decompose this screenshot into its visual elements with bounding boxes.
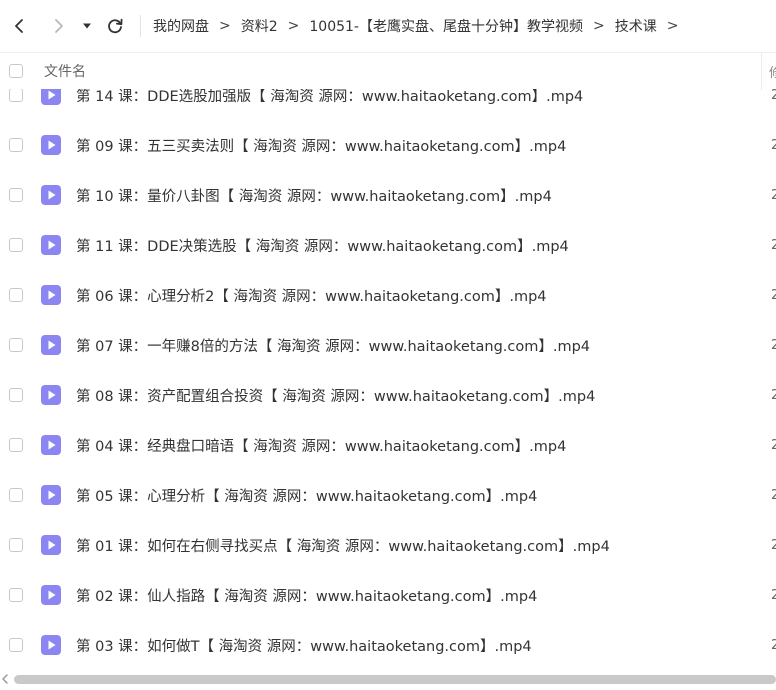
breadcrumb-separator: > xyxy=(219,18,231,34)
navbar-divider xyxy=(140,15,141,37)
file-modified-cell: 2 xyxy=(771,237,776,253)
file-name: 第 08 课：资产配置组合投资【 海淘资 源网：www.haitaoketang… xyxy=(76,388,596,405)
file-row[interactable]: 第 10 课：量价八卦图【 海淘资 源网：www.haitaoketang.co… xyxy=(0,170,776,220)
file-name: 第 04 课：经典盘口暗语【 海淘资 源网：www.haitaoketang.c… xyxy=(76,438,567,455)
row-checkbox[interactable] xyxy=(9,238,23,252)
file-row[interactable]: 第 08 课：资产配置组合投资【 海淘资 源网：www.haitaoketang… xyxy=(0,370,776,420)
file-browser-window: 我的网盘 > 资料2 > 10051-【老鹰实盘、尾盘十分钟】教学视频 > 技术… xyxy=(0,0,776,690)
file-name: 第 06 课：心理分析2【 海淘资 源网：www.haitaoketang.co… xyxy=(76,288,547,305)
chevron-right-icon xyxy=(55,19,63,33)
row-checkbox[interactable] xyxy=(9,388,23,402)
row-checkbox[interactable] xyxy=(9,488,23,502)
file-modified-cell: 2 xyxy=(771,387,776,403)
scroll-left-arrow-icon[interactable] xyxy=(1,674,9,684)
file-row[interactable]: 第 06 课：心理分析2【 海淘资 源网：www.haitaoketang.co… xyxy=(0,270,776,320)
row-checkbox[interactable] xyxy=(9,138,23,152)
caret-down-icon xyxy=(83,23,91,29)
video-file-icon xyxy=(41,89,61,105)
file-modified-cell: 2 xyxy=(771,187,776,203)
horizontal-scrollbar[interactable] xyxy=(0,671,776,687)
file-modified-cell: 2 xyxy=(771,587,776,603)
file-modified-cell: 2 xyxy=(771,137,776,153)
video-file-icon xyxy=(41,335,61,355)
refresh-icon xyxy=(108,18,123,34)
file-row[interactable]: 第 04 课：经典盘口暗语【 海淘资 源网：www.haitaoketang.c… xyxy=(0,420,776,470)
forward-button[interactable] xyxy=(44,11,74,41)
breadcrumb: 我的网盘 > 资料2 > 10051-【老鹰实盘、尾盘十分钟】教学视频 > 技术… xyxy=(153,16,688,36)
file-name: 第 09 课：五三买卖法则【 海淘资 源网：www.haitaoketang.c… xyxy=(76,138,567,155)
video-file-icon xyxy=(41,485,61,505)
file-list: 第 14 课：DDE选股加强版【 海淘资 源网：www.haitaoketang… xyxy=(0,89,776,669)
file-modified-cell: 2 xyxy=(771,487,776,503)
file-name: 第 14 课：DDE选股加强版【 海淘资 源网：www.haitaoketang… xyxy=(76,89,584,105)
breadcrumb-item[interactable]: 我的网盘 xyxy=(153,16,209,36)
file-name: 第 07 课：一年赚8倍的方法【 海淘资 源网：www.haitaoketang… xyxy=(76,338,591,355)
file-name: 第 11 课：DDE决策选股【 海淘资 源网：www.haitaoketang.… xyxy=(76,238,569,255)
file-modified-cell: 2 xyxy=(771,89,776,103)
row-checkbox[interactable] xyxy=(9,89,23,102)
chevron-left-icon xyxy=(15,19,23,33)
column-header-modified[interactable]: 修 xyxy=(769,62,776,81)
back-button[interactable] xyxy=(4,11,34,41)
video-file-icon xyxy=(41,135,61,155)
file-row[interactable]: 第 03 课：如何做T【 海淘资 源网：www.haitaoketang.com… xyxy=(0,620,776,669)
file-row[interactable]: 第 07 课：一年赚8倍的方法【 海淘资 源网：www.haitaoketang… xyxy=(0,320,776,370)
file-row[interactable]: 第 02 课：仙人指路【 海淘资 源网：www.haitaoketang.com… xyxy=(0,570,776,620)
row-checkbox[interactable] xyxy=(9,538,23,552)
file-list-content: 第 14 课：DDE选股加强版【 海淘资 源网：www.haitaoketang… xyxy=(0,89,776,669)
file-row[interactable]: 第 05 课：心理分析【 海淘资 源网：www.haitaoketang.com… xyxy=(0,470,776,520)
video-file-icon xyxy=(41,285,61,305)
file-row[interactable]: 第 01 课：如何在右侧寻找买点【 海淘资 源网：www.haitaoketan… xyxy=(0,520,776,570)
file-name: 第 01 课：如何在右侧寻找买点【 海淘资 源网：www.haitaoketan… xyxy=(76,538,610,555)
row-checkbox[interactable] xyxy=(9,338,23,352)
row-checkbox[interactable] xyxy=(9,188,23,202)
file-name: 第 05 课：心理分析【 海淘资 源网：www.haitaoketang.com… xyxy=(76,488,538,505)
select-all-checkbox[interactable] xyxy=(9,64,23,78)
row-checkbox[interactable] xyxy=(9,638,23,652)
file-modified-cell: 2 xyxy=(771,337,776,353)
video-file-icon xyxy=(41,385,61,405)
breadcrumb-separator: > xyxy=(666,18,679,34)
row-checkbox[interactable] xyxy=(9,438,23,452)
breadcrumb-item[interactable]: 10051-【老鹰实盘、尾盘十分钟】教学视频 xyxy=(309,16,583,36)
column-resize-handle[interactable] xyxy=(761,53,762,90)
column-header-filename[interactable]: 文件名 xyxy=(44,61,86,81)
video-file-icon xyxy=(41,185,61,205)
video-file-icon xyxy=(41,435,61,455)
video-file-icon xyxy=(41,585,61,605)
file-name: 第 03 课：如何做T【 海淘资 源网：www.haitaoketang.com… xyxy=(76,638,532,655)
file-row[interactable]: 第 09 课：五三买卖法则【 海淘资 源网：www.haitaoketang.c… xyxy=(0,120,776,170)
file-row[interactable]: 第 14 课：DDE选股加强版【 海淘资 源网：www.haitaoketang… xyxy=(0,89,776,120)
breadcrumb-separator: > xyxy=(592,18,605,34)
file-modified-cell: 2 xyxy=(771,637,776,653)
video-file-icon xyxy=(41,535,61,555)
navigation-bar: 我的网盘 > 资料2 > 10051-【老鹰实盘、尾盘十分钟】教学视频 > 技术… xyxy=(0,0,776,52)
file-modified-cell: 2 xyxy=(771,537,776,553)
row-checkbox[interactable] xyxy=(9,588,23,602)
file-name: 第 02 课：仙人指路【 海淘资 源网：www.haitaoketang.com… xyxy=(76,588,538,605)
breadcrumb-item[interactable]: 技术课 xyxy=(615,16,657,36)
row-checkbox[interactable] xyxy=(9,288,23,302)
file-modified-cell: 2 xyxy=(771,437,776,453)
breadcrumb-separator: > xyxy=(287,18,300,34)
breadcrumb-item[interactable]: 资料2 xyxy=(241,16,278,36)
video-file-icon xyxy=(41,235,61,255)
file-modified-cell: 2 xyxy=(771,287,776,303)
file-list-header: 文件名 修 xyxy=(0,52,776,90)
file-name: 第 10 课：量价八卦图【 海淘资 源网：www.haitaoketang.co… xyxy=(76,188,552,205)
history-dropdown-button[interactable] xyxy=(76,11,98,41)
refresh-button[interactable] xyxy=(100,11,130,41)
video-file-icon xyxy=(41,635,61,655)
scrollbar-thumb[interactable] xyxy=(14,675,776,684)
file-row[interactable]: 第 11 课：DDE决策选股【 海淘资 源网：www.haitaoketang.… xyxy=(0,220,776,270)
